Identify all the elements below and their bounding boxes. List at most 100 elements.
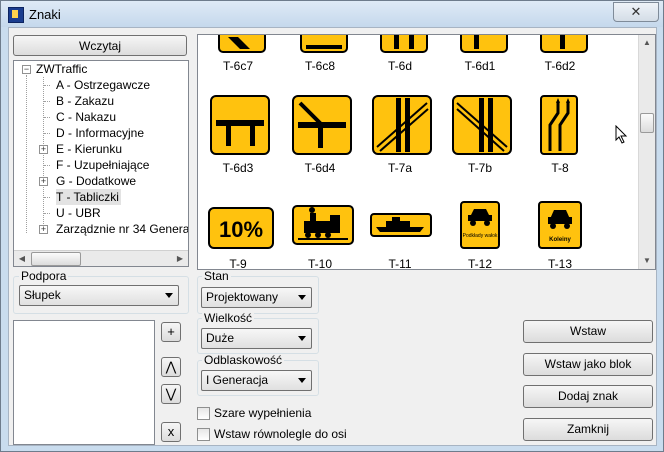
sign-label: T-10: [307, 257, 332, 270]
gray-fill-checkbox[interactable]: Szare wypełnienia: [197, 406, 497, 422]
sign-label: T-6d4: [304, 161, 336, 175]
stan-select[interactable]: Projektowany: [201, 287, 312, 308]
tree-item-c[interactable]: C - Nakazu: [56, 109, 116, 125]
odblaskowosc-label: Odblaskowość: [202, 353, 285, 367]
dialog-window: Znaki ✕ Wczytaj − ZWTraffic A - Ostrzega…: [0, 0, 664, 452]
sign-t6d1[interactable]: T-6d1: [448, 35, 528, 90]
tree-item-g[interactable]: G - Dodatkowe: [56, 173, 136, 189]
sign-label: T-13: [547, 257, 572, 270]
sign-t6c7-icon: [218, 35, 266, 53]
sign-label: T-6c8: [304, 59, 335, 73]
chevron-down-icon: [298, 295, 306, 300]
insert-as-block-button[interactable]: Wstaw jako blok: [523, 353, 653, 376]
tree-item-f[interactable]: F - Uzupełniające: [56, 157, 149, 173]
sign-t6d1-icon: [460, 35, 508, 53]
gray-fill-label: Szare wypełnienia: [214, 406, 312, 420]
sign-grid[interactable]: T-6c7 T-6c8 T-6d T-6d1 T-6d2 T-6d3 T-6d4…: [197, 34, 656, 270]
selected-signs-list[interactable]: [13, 320, 155, 445]
load-button[interactable]: Wczytaj: [13, 35, 187, 56]
sign-t7b-icon: [452, 95, 512, 155]
tree-horizontal-scrollbar[interactable]: ◀ ▶: [14, 250, 188, 266]
tree-connector: [44, 117, 50, 118]
sign-t9[interactable]: 10% T-9: [206, 201, 286, 269]
move-down-button[interactable]: ⋁: [161, 384, 181, 404]
sign-t6c8-icon: [300, 35, 348, 53]
tree-connector: [44, 197, 50, 198]
scroll-down-icon[interactable]: ▼: [639, 253, 655, 269]
close-window-button[interactable]: ✕: [613, 2, 659, 22]
sign-label: T-6d: [387, 59, 412, 73]
sign-t6c7[interactable]: T-6c7: [206, 35, 286, 90]
tree-item-e[interactable]: E - Kierunku: [56, 141, 122, 157]
title-bar[interactable]: Znaki ✕: [1, 1, 663, 27]
sign-t6d-icon: [380, 35, 428, 53]
podpora-select[interactable]: Słupek: [19, 285, 179, 306]
sign-t6d[interactable]: T-6d: [368, 35, 448, 90]
sign-t10[interactable]: T-10: [288, 201, 368, 270]
tree-item-e-expander[interactable]: +: [39, 145, 48, 154]
tree-connector: [44, 165, 50, 166]
tree-root-expander[interactable]: −: [22, 65, 31, 74]
tree-connector: [44, 101, 50, 102]
tree-item-zarzadzenie-expander[interactable]: +: [39, 225, 48, 234]
sign-label: T-7a: [387, 161, 412, 175]
sign-t13-icon: Koleiny: [538, 201, 582, 249]
scroll-left-icon[interactable]: ◀: [14, 251, 30, 266]
tree-connector: [44, 133, 50, 134]
scrollbar-thumb[interactable]: [31, 252, 81, 266]
sign-label: T-6d1: [464, 59, 496, 73]
checkbox-box[interactable]: [197, 428, 210, 441]
sign-t6d2[interactable]: T-6d2: [528, 35, 608, 90]
add-sign-button[interactable]: Dodaj znak: [523, 385, 653, 408]
tree-root[interactable]: ZWTraffic: [36, 61, 87, 77]
parallel-checkbox[interactable]: Wstaw równolegle do osi: [197, 427, 497, 443]
sign-t12-icon: Podkłady wałok: [460, 201, 500, 249]
sign-t13-text: Koleiny: [549, 237, 571, 243]
wielkosc-select[interactable]: Duże: [201, 328, 312, 349]
sign-label: T-12: [467, 257, 492, 270]
tree-item-u[interactable]: U - UBR: [56, 205, 101, 221]
parallel-label: Wstaw równolegle do osi: [214, 427, 347, 441]
sign-t7a[interactable]: T-7a: [368, 95, 448, 190]
tree-item-a[interactable]: A - Ostrzegawcze: [56, 77, 150, 93]
sign-t6d2-icon: [540, 35, 588, 53]
sign-t6d4[interactable]: T-6d4: [288, 95, 368, 190]
sign-t7a-icon: [372, 95, 432, 155]
tree-item-g-expander[interactable]: +: [39, 177, 48, 186]
sign-label: T-6d3: [222, 161, 254, 175]
wielkosc-label: Wielkość: [202, 311, 255, 325]
sign-grid-vertical-scrollbar[interactable]: ▲ ▼: [638, 35, 655, 269]
sign-t6d3[interactable]: T-6d3: [206, 95, 286, 190]
sign-t13[interactable]: Koleiny T-13: [528, 201, 608, 270]
sign-t8[interactable]: T-8: [528, 95, 608, 190]
scroll-right-icon[interactable]: ▶: [172, 251, 188, 266]
sign-t9-icon: 10%: [208, 207, 274, 249]
odblaskowosc-select[interactable]: I Generacja: [201, 370, 312, 391]
tree-item-d[interactable]: D - Informacyjne: [56, 125, 144, 141]
tree-item-zarzadzenie[interactable]: Zarządznie nr 34 Generalne: [56, 221, 188, 237]
sign-t7b[interactable]: T-7b: [448, 95, 528, 190]
insert-button[interactable]: Wstaw: [523, 320, 653, 343]
sign-t10-icon: [292, 205, 354, 245]
sign-t11[interactable]: T-11: [368, 201, 448, 270]
tree-item-t[interactable]: T - Tabliczki: [56, 189, 121, 205]
stan-value: Projektowany: [206, 290, 279, 304]
sign-label: T-6c7: [222, 59, 253, 73]
sign-label: T-6d2: [544, 59, 576, 73]
chevron-down-icon: [298, 378, 306, 383]
category-tree[interactable]: − ZWTraffic A - Ostrzegawcze B - Zakazu …: [13, 60, 189, 267]
move-up-button[interactable]: ⋀: [161, 357, 181, 377]
scrollbar-thumb[interactable]: [640, 113, 654, 133]
checkbox-box[interactable]: [197, 407, 210, 420]
window-title: Znaki: [29, 7, 61, 22]
tree-item-b[interactable]: B - Zakazu: [56, 93, 114, 109]
sign-t6c8[interactable]: T-6c8: [288, 35, 368, 90]
close-button[interactable]: Zamknij: [523, 418, 653, 441]
scroll-up-icon[interactable]: ▲: [639, 35, 655, 51]
sign-t12[interactable]: Podkłady wałok T-12: [448, 201, 528, 270]
remove-item-button[interactable]: x: [161, 422, 181, 442]
sign-t6d4-icon: [292, 95, 352, 155]
add-item-button[interactable]: +: [161, 322, 181, 342]
sign-label: T-11: [388, 257, 412, 270]
app-icon: [8, 7, 24, 23]
